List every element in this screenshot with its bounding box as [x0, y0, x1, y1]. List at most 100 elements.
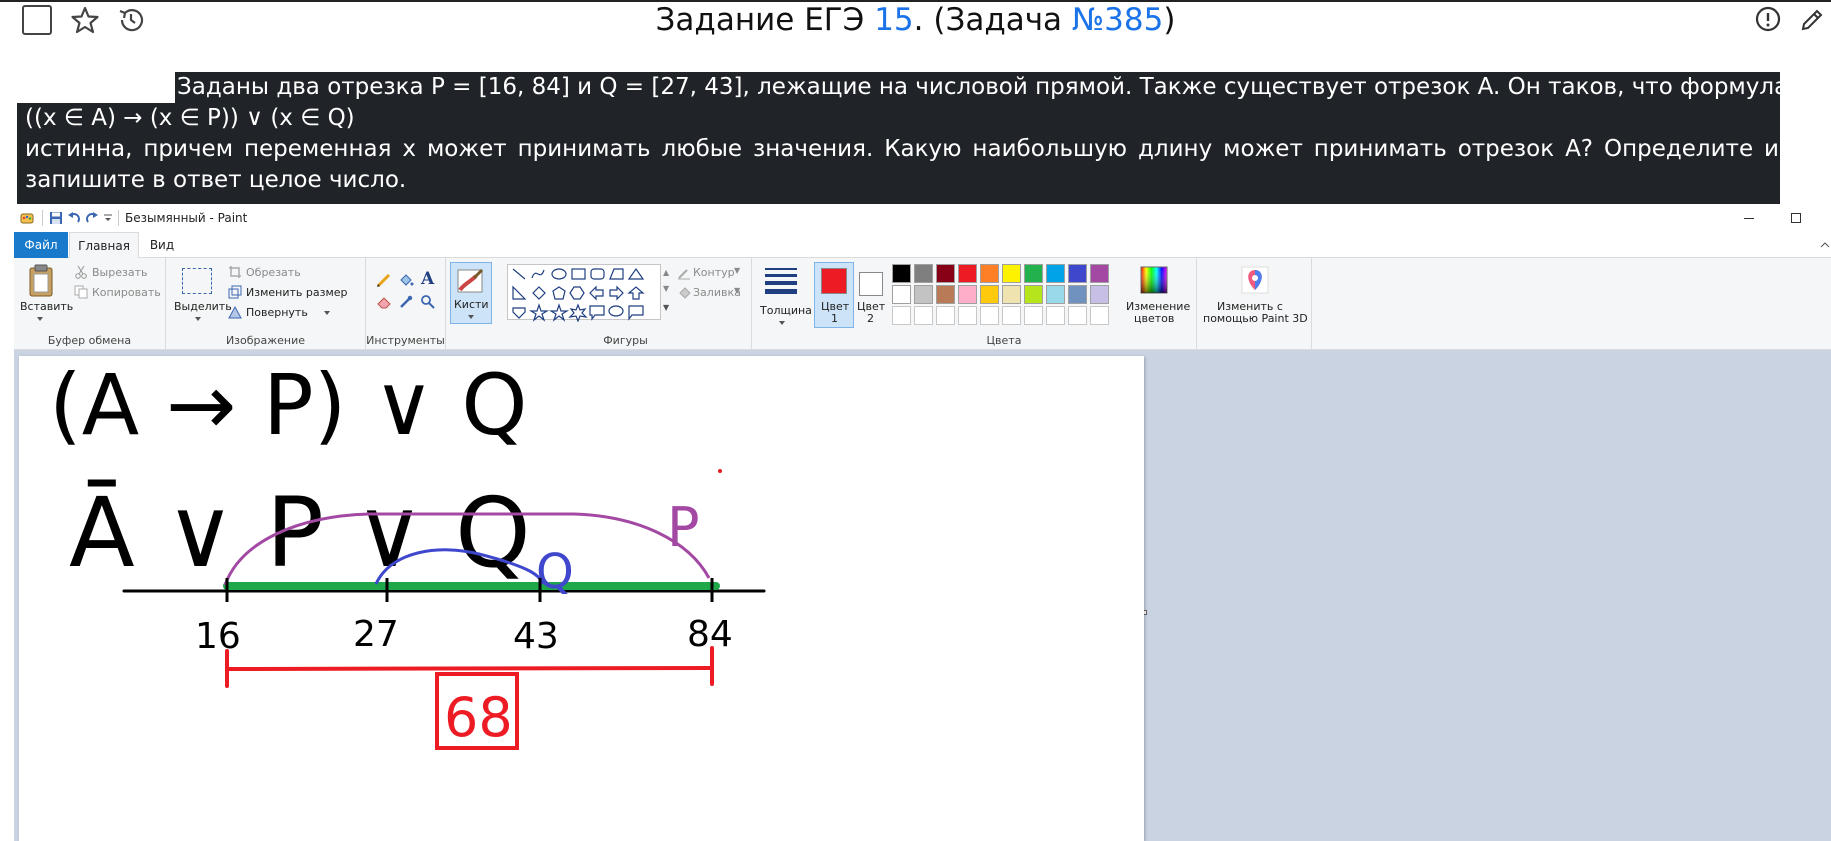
page: Задание ЕГЭ 15. (Задача №385) Заданы два… [0, 0, 1831, 841]
magnifier-icon[interactable] [420, 294, 436, 310]
drawing-canvas[interactable]: (A → P) ∨ Q Ā ∨ P ∨ Q P Q 16 27 43 84 68 [19, 356, 1144, 841]
palette-color[interactable] [892, 306, 911, 325]
palette-color[interactable] [1046, 306, 1065, 325]
handwritten-solution: (A → P) ∨ Q Ā ∨ P ∨ Q P Q 16 27 43 84 68 [49, 356, 766, 750]
minimize-button[interactable] [1744, 218, 1754, 219]
question-line: истинна, причем переменная x может прини… [25, 136, 1779, 162]
palette-color[interactable] [1090, 306, 1109, 325]
redo-icon[interactable] [85, 211, 99, 225]
color-picker-icon[interactable] [398, 294, 414, 310]
color1-number: 1 [831, 312, 838, 325]
red-dot [718, 469, 722, 473]
palette-color[interactable] [1068, 306, 1087, 325]
group-label: Буфер обмена [47, 334, 132, 347]
customize-qat-icon[interactable] [103, 213, 113, 223]
group-label: Инструменты [366, 334, 445, 347]
text-tool-icon[interactable]: A [421, 269, 434, 289]
paste-icon[interactable] [28, 264, 58, 298]
edit-colors-label-2[interactable]: цветов [1134, 312, 1174, 325]
palette-color[interactable] [1068, 264, 1087, 283]
outline-button[interactable]: Контур [693, 266, 735, 279]
chevron-down-icon [779, 321, 785, 325]
chevron-down-icon [468, 315, 474, 319]
brush-icon [457, 268, 484, 293]
palette-color[interactable] [936, 306, 955, 325]
palette-color[interactable] [914, 285, 933, 304]
tab-file[interactable]: Файл [14, 232, 68, 258]
paste-button[interactable]: Вставить [20, 300, 73, 313]
palette-color[interactable] [1046, 264, 1065, 283]
palette-color[interactable] [936, 285, 955, 304]
tick-label: 43 [513, 616, 559, 657]
palette-color[interactable] [1046, 285, 1065, 304]
palette-color[interactable] [1002, 306, 1021, 325]
shapes-icon[interactable] [510, 266, 658, 322]
color2-swatch[interactable] [859, 272, 883, 296]
palette-color[interactable] [914, 306, 933, 325]
group-label: Фигуры [603, 334, 648, 347]
group-label: Цвета [986, 334, 1022, 347]
problem-number-link[interactable]: №385 [1072, 2, 1163, 38]
group-tools: A Инструменты [366, 258, 446, 350]
palette-color[interactable] [980, 306, 999, 325]
collapse-ribbon-icon[interactable] [1820, 240, 1830, 250]
palette-color[interactable] [958, 285, 977, 304]
palette-color[interactable] [1002, 264, 1021, 283]
copy-icon [74, 285, 88, 299]
cut-icon [75, 265, 87, 279]
copy-button[interactable]: Копировать [92, 286, 161, 299]
palette-color[interactable] [936, 264, 955, 283]
window-title: Безымянный - Paint [125, 211, 248, 225]
formula-line-1: (A → P) ∨ Q [49, 356, 527, 454]
label-p: P [667, 496, 700, 559]
crop-icon [229, 266, 241, 278]
undo-icon[interactable] [67, 211, 81, 225]
palette-color[interactable] [914, 264, 933, 283]
tab-home[interactable]: Главная [69, 232, 139, 259]
tab-view[interactable]: Вид [142, 232, 182, 258]
palette-color[interactable] [1024, 264, 1043, 283]
tick-label: 16 [195, 616, 241, 657]
select-button[interactable]: Выделить [174, 300, 232, 313]
group-clipboard: Вставить Вырезать Копировать Буфер обмен… [14, 258, 166, 350]
palette-color[interactable] [1024, 285, 1043, 304]
group-size: Толщина [752, 258, 812, 350]
rotate-button[interactable]: Повернуть [246, 306, 308, 319]
palette-color[interactable] [958, 306, 977, 325]
chevron-down-icon [195, 317, 201, 321]
cut-button[interactable]: Вырезать [92, 266, 147, 279]
report-icon[interactable] [1755, 6, 1781, 32]
edit-colors-icon[interactable] [1140, 266, 1168, 294]
resize-icon [228, 285, 242, 299]
paint3d-label-2[interactable]: помощью Paint 3D [1203, 312, 1308, 325]
palette-color[interactable] [1090, 285, 1109, 304]
palette-color[interactable] [892, 264, 911, 283]
palette-color[interactable] [1002, 285, 1021, 304]
save-icon[interactable] [49, 211, 63, 225]
color2-number[interactable]: 2 [867, 312, 874, 325]
size-button[interactable]: Толщина [760, 304, 812, 317]
palette-color[interactable] [980, 264, 999, 283]
select-icon[interactable] [182, 268, 212, 294]
palette-color[interactable] [1024, 306, 1043, 325]
question-line: запишите в ответ целое число. [25, 167, 407, 193]
eraser-icon[interactable] [376, 294, 392, 310]
pencil-icon[interactable] [376, 272, 392, 288]
palette-color[interactable] [958, 264, 977, 283]
brushes-label: Кисти [454, 298, 489, 311]
question-line: Заданы два отрезка P = [16, 84] и Q = [2… [177, 74, 1789, 100]
chevron-down-icon [37, 317, 43, 321]
task-number-link[interactable]: 15 [874, 2, 913, 38]
palette-color[interactable] [892, 285, 911, 304]
ribbon: Вставить Вырезать Копировать Буфер обмен… [14, 258, 1831, 350]
chevron-down-icon [324, 311, 330, 315]
paint3d-icon[interactable] [1241, 266, 1269, 296]
resize-button[interactable]: Изменить размер [246, 286, 348, 299]
palette-color[interactable] [1090, 264, 1109, 283]
crop-button[interactable]: Обрезать [246, 266, 301, 279]
fill-icon[interactable] [398, 272, 414, 288]
maximize-button[interactable] [1791, 213, 1801, 223]
edit-icon[interactable] [1798, 6, 1826, 34]
palette-color[interactable] [980, 285, 999, 304]
palette-color[interactable] [1068, 285, 1087, 304]
